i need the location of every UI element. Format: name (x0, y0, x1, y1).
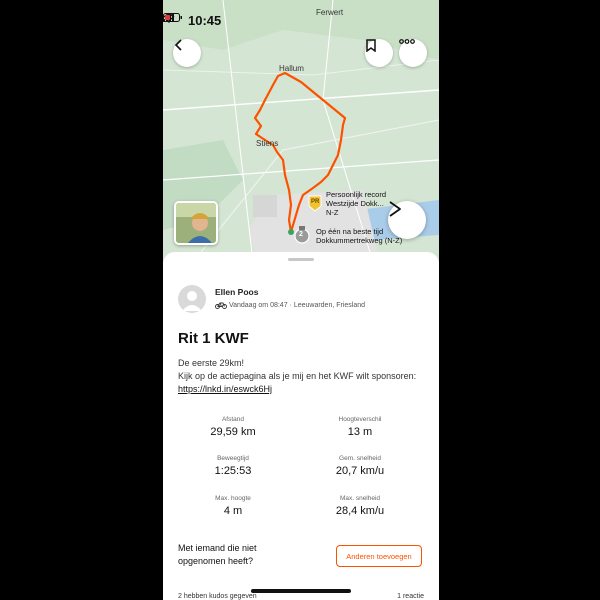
battery-icon (163, 13, 182, 22)
stat-avg-speed: Gem. snelheid 20,7 km/u (335, 455, 385, 477)
activity-description: De eerste 29km! Kijk op de actiepagina a… (178, 357, 428, 396)
home-indicator[interactable] (251, 589, 351, 593)
stat-elevation: Hoogteverschil 13 m (338, 416, 382, 438)
activity-photo[interactable] (174, 201, 218, 245)
route-map[interactable]: 10:45 Ferwert Hallum Stiens PR Persoonli… (163, 0, 439, 262)
second-best-label: Op één na beste tijd Dokkummertrekweg (N… (316, 227, 403, 245)
photo-thumbnail (176, 203, 216, 243)
bookmark-button[interactable] (365, 39, 393, 67)
tag-others-prompt: Met iemand die niet opgenomen heeft? (178, 543, 257, 566)
phone-screen: 10:45 Ferwert Hallum Stiens PR Persoonli… (163, 0, 439, 600)
stat-max-elevation: Max. hoogte 4 m (215, 495, 251, 517)
avatar[interactable] (178, 285, 206, 313)
status-time: 10:45 (188, 13, 222, 28)
map-label-hallum: Hallum (279, 64, 304, 73)
stat-moving-time: Beweegtijd 1:25:53 (214, 455, 252, 477)
more-dots-icon (399, 39, 415, 44)
bookmark-icon (366, 39, 376, 52)
second-best-badge[interactable]: 2 (294, 226, 310, 244)
activity-meta: Vandaag om 08:47 · Leeuwarden, Friesland (215, 301, 365, 309)
pr-record-label: Persoonlijk record Westzijde Dokk... N-Z (326, 190, 387, 217)
activity-sheet: Ellen Poos Vandaag om 08:47 · Leeuwarden… (163, 252, 439, 600)
back-button[interactable] (173, 39, 201, 67)
map-label-ferwert: Ferwert (316, 8, 344, 17)
sponsor-link[interactable]: https://lnkd.in/eswck6Hj (178, 384, 272, 394)
add-others-button[interactable]: Anderen toevoegen (336, 545, 422, 567)
stat-distance: Afstand 29,59 km (210, 416, 256, 438)
chevron-left-icon (174, 39, 182, 51)
more-options-button[interactable] (399, 39, 427, 67)
status-bar: 10:45 (163, 13, 439, 29)
kudos-count[interactable]: 2 hebben kudos gegeven (178, 593, 257, 600)
activity-title: Rit 1 KWF (178, 330, 249, 347)
comment-count[interactable]: 1 reactie (397, 593, 424, 600)
bike-icon (215, 302, 227, 309)
sheet-drag-handle[interactable] (288, 258, 314, 261)
play-flyover-button[interactable] (388, 201, 426, 239)
description-text: De eerste 29km! Kijk op de actiepagina a… (178, 358, 417, 381)
athlete-name[interactable]: Ellen Poos (215, 287, 258, 297)
user-placeholder-icon (182, 291, 202, 311)
pr-badge[interactable]: PR (308, 195, 322, 212)
map-label-stiens: Stiens (256, 139, 279, 148)
play-icon (389, 201, 401, 217)
stat-max-speed: Max. snelheid 28,4 km/u (335, 495, 385, 517)
